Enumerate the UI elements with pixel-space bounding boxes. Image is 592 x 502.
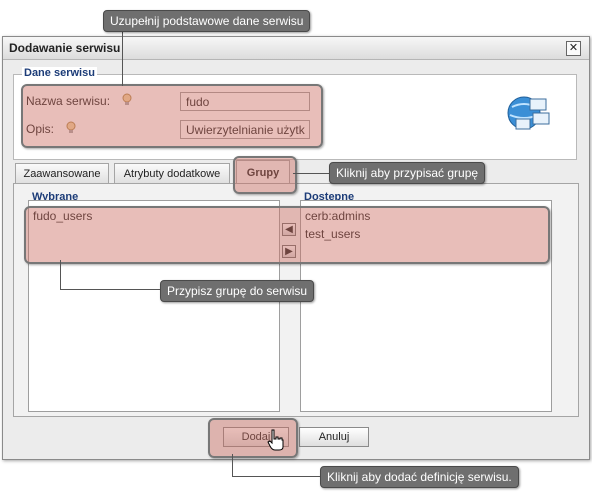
close-icon: ✕ [568, 42, 579, 54]
callout-fill-basic-data: Uzupełnij podstawowe dane serwisu [103, 10, 311, 32]
connector-line [293, 173, 329, 174]
connector-line [60, 289, 160, 290]
cancel-button[interactable]: Anuluj [299, 427, 369, 447]
connector-line [232, 454, 233, 476]
service-data-legend: Dane serwisu [22, 67, 97, 79]
connector-line [232, 476, 320, 477]
groups-lists-highlight [24, 206, 550, 264]
tab-additional-attributes[interactable]: Atrybuty dodatkowe [114, 163, 230, 183]
network-service-icon [504, 91, 552, 135]
close-button[interactable]: ✕ [566, 41, 581, 56]
hand-cursor-icon [266, 428, 286, 455]
connector-line [60, 260, 61, 290]
callout-add-definition: Kliknij aby dodać definicję serwisu. [320, 466, 519, 488]
dialog-titlebar[interactable]: Dodawanie serwisu ✕ [3, 37, 589, 60]
tab-advanced[interactable]: Zaawansowane [15, 163, 109, 183]
connector-line [122, 30, 123, 86]
callout-assign-group-tab: Kliknij aby przypisać grupę [329, 162, 486, 184]
service-data-highlight [21, 84, 323, 148]
callout-assign-group-service: Przypisz grupę do serwisu [160, 280, 315, 302]
groups-tab-highlight [233, 156, 297, 194]
dialog-title: Dodawanie serwisu [9, 41, 121, 55]
